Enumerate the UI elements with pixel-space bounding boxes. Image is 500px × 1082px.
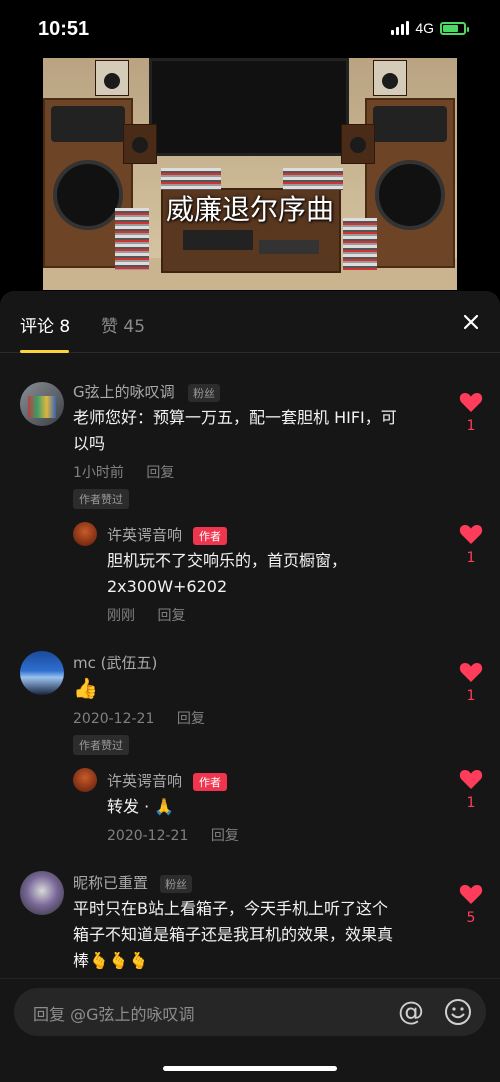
reply-button[interactable]: 回复 bbox=[157, 608, 185, 624]
comment-text-line: 👍 bbox=[73, 676, 98, 700]
author-badge: 作者 bbox=[193, 527, 227, 545]
status-right: 4G bbox=[391, 20, 469, 36]
signal-icon bbox=[391, 21, 410, 35]
fan-badge: 粉丝 bbox=[188, 384, 220, 402]
avatar[interactable] bbox=[20, 651, 64, 695]
tab-bar: 评论 8 赞 45 bbox=[0, 291, 500, 353]
like-button[interactable]: 1 bbox=[458, 523, 484, 566]
author-badge: 作者 bbox=[193, 773, 227, 791]
like-button[interactable]: 5 bbox=[458, 883, 484, 926]
comment-text: 平时只在B站上看箱子，今天手机上听了这个 箱子不知道是箱子还是我耳机的效果，效果… bbox=[73, 896, 393, 973]
comment-text-line: 老师您好：预算一万五，配一套胆机 HIFI，可 bbox=[73, 408, 397, 427]
reply-author[interactable]: 许英谔音响 bbox=[107, 770, 182, 791]
video-title: 威廉退尔序曲 bbox=[165, 193, 334, 226]
like-button[interactable]: 1 bbox=[458, 391, 484, 434]
avatar[interactable] bbox=[20, 382, 64, 426]
heart-icon bbox=[459, 393, 483, 412]
reply-input[interactable]: 回复 @G弦上的咏叹调 @ bbox=[14, 988, 486, 1036]
heart-icon bbox=[459, 770, 483, 789]
comment-panel: 评论 8 赞 45 G弦上的咏叹调 粉丝 老师您好：预算一万五，配一套胆机 HI… bbox=[0, 291, 500, 1082]
like-count: 1 bbox=[466, 550, 476, 566]
heart-icon bbox=[459, 663, 483, 682]
reply-meta: 刚刚 回复 bbox=[107, 605, 203, 625]
fan-badge: 粉丝 bbox=[160, 875, 192, 893]
at-icon[interactable]: @ bbox=[398, 997, 424, 1027]
like-button[interactable]: 1 bbox=[458, 768, 484, 811]
avatar[interactable] bbox=[73, 522, 97, 546]
tv-image bbox=[149, 58, 349, 156]
comment-meta: 2020-12-21 回复 bbox=[73, 708, 223, 728]
comment-meta: 1小时前 回复 bbox=[73, 462, 192, 482]
status-time: 10:51 bbox=[38, 18, 90, 40]
home-indicator[interactable] bbox=[163, 1066, 337, 1071]
reply-text-line: 转发 · 🙏 bbox=[107, 797, 175, 816]
comment-author[interactable]: mc (武伍五) bbox=[73, 652, 157, 673]
reply-text: 胆机玩不了交响乐的，首页橱窗， 2x300W+6202 bbox=[107, 548, 347, 600]
comment-text-line: 以吗 bbox=[73, 434, 106, 453]
reply-button[interactable]: 回复 bbox=[211, 828, 239, 844]
reply-text-line: 2x300W+6202 bbox=[107, 577, 228, 596]
close-icon[interactable] bbox=[461, 312, 481, 332]
comment-text: 老师您好：预算一万五，配一套胆机 HIFI，可 以吗 bbox=[73, 405, 397, 457]
reply-time: 2020-12-21 bbox=[107, 828, 189, 844]
comment-text-line: 棒🫰🫰🫰 bbox=[73, 951, 149, 970]
like-count: 1 bbox=[466, 795, 476, 811]
like-count: 1 bbox=[466, 688, 476, 704]
video-player[interactable]: 威廉退尔序曲 bbox=[43, 58, 457, 290]
reply-button[interactable]: 回复 bbox=[177, 711, 205, 727]
comment-list[interactable]: G弦上的咏叹调 粉丝 老师您好：预算一万五，配一套胆机 HIFI，可 以吗 1小… bbox=[0, 353, 500, 973]
author-liked-badge: 作者赞过 bbox=[73, 735, 129, 755]
reply-placeholder: 回复 @G弦上的咏叹调 bbox=[33, 1005, 195, 1024]
tab-likes[interactable]: 赞 45 bbox=[101, 312, 145, 337]
comment-time: 2020-12-21 bbox=[73, 711, 155, 727]
status-bar: 10:51 4G bbox=[0, 0, 500, 58]
reply-author[interactable]: 许英谔音响 bbox=[107, 524, 182, 545]
like-button[interactable]: 1 bbox=[458, 661, 484, 704]
like-count: 1 bbox=[466, 418, 476, 434]
avatar[interactable] bbox=[73, 768, 97, 792]
tab-comments[interactable]: 评论 8 bbox=[20, 312, 70, 337]
network-label: 4G bbox=[415, 20, 434, 36]
author-liked-badge: 作者赞过 bbox=[73, 489, 129, 509]
comment-time: 1小时前 bbox=[73, 465, 124, 481]
comment-author[interactable]: 昵称已重置 bbox=[73, 872, 148, 893]
comment-text: 👍 bbox=[73, 675, 98, 701]
reply-meta: 2020-12-21 回复 bbox=[107, 825, 257, 845]
heart-icon bbox=[459, 885, 483, 904]
comment-text-line: 箱子不知道是箱子还是我耳机的效果，效果真 bbox=[73, 925, 394, 944]
emoji-icon[interactable] bbox=[444, 998, 472, 1026]
comment-author[interactable]: G弦上的咏叹调 bbox=[73, 381, 175, 402]
reply-text: 转发 · 🙏 bbox=[107, 794, 174, 820]
right-speaker-image bbox=[365, 98, 455, 268]
battery-icon bbox=[440, 21, 469, 35]
comment-text-line: 平时只在B站上看箱子，今天手机上听了这个 bbox=[73, 899, 388, 918]
avatar[interactable] bbox=[20, 871, 64, 915]
reply-text-line: 胆机玩不了交响乐的，首页橱窗， bbox=[107, 551, 348, 570]
reply-button[interactable]: 回复 bbox=[146, 465, 174, 481]
heart-icon bbox=[459, 525, 483, 544]
like-count: 5 bbox=[466, 910, 476, 926]
reply-time: 刚刚 bbox=[107, 608, 135, 624]
